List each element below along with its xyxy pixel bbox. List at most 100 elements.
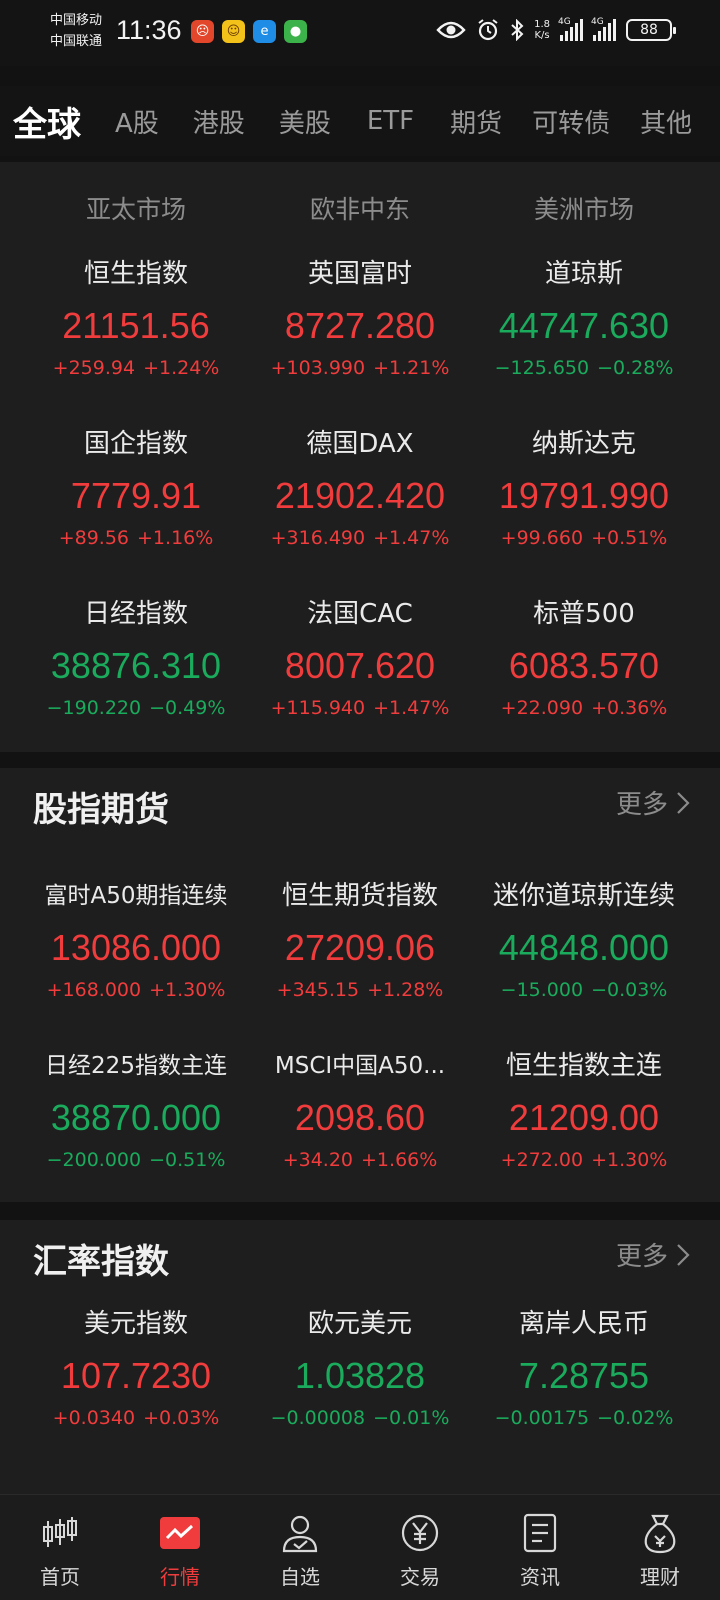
market-chart-icon <box>158 1511 202 1555</box>
change-percent: +1.47% <box>373 697 450 719</box>
battery-icon: 88 <box>626 19 676 41</box>
change-percent: +0.51% <box>591 527 668 549</box>
tab-us-stocks[interactable]: 美股 <box>279 103 331 140</box>
nav-news[interactable]: 资讯 <box>480 1495 600 1600</box>
futures-change: −15.000 −0.03% <box>472 978 696 1002</box>
index-card-sp500[interactable]: 标普500 6083.570 +22.090 +0.36% <box>472 598 696 768</box>
futures-card-a50[interactable]: 富时A50期指连续 13086.000 +168.000 +1.30% <box>24 880 248 1050</box>
change-percent: −0.28% <box>597 357 674 379</box>
index-name: 恒生指数 <box>83 259 188 289</box>
change-percent: +1.47% <box>373 527 450 549</box>
system-icons: 1.8 K/s 4G 4G 88 <box>436 17 676 42</box>
fx-change: −0.00008 −0.01% <box>248 1406 472 1430</box>
tab-etf[interactable]: ETF <box>367 106 414 136</box>
app-notification-icon: ☺ <box>222 20 245 43</box>
futures-price: 13086.000 <box>50 927 222 968</box>
chevron-right-icon <box>677 791 690 814</box>
change-percent: +1.66% <box>361 1149 438 1171</box>
change-value: +34.20 <box>282 1149 354 1171</box>
index-card-ftse[interactable]: 英国富时 8727.280 +103.990 +1.21% <box>248 258 472 428</box>
change-value: +316.490 <box>270 527 366 549</box>
index-card-nasdaq[interactable]: 纳斯达克 19791.990 +99.660 +0.51% <box>472 428 696 598</box>
index-change: +103.990 +1.21% <box>248 356 472 380</box>
futures-price: 2098.60 <box>294 1097 426 1138</box>
index-name: 纳斯达克 <box>531 429 636 459</box>
index-card-cac[interactable]: 法国CAC 8007.620 +115.940 +1.47% <box>248 598 472 768</box>
index-card-hsi[interactable]: 恒生指数 21151.56 +259.94 +1.24% <box>24 258 248 428</box>
index-price: 44747.630 <box>498 305 670 346</box>
tab-other[interactable]: 其他 <box>640 103 692 140</box>
index-change: −125.650 −0.28% <box>472 356 696 380</box>
change-percent: +1.16% <box>137 527 214 549</box>
index-change: −190.220 −0.49% <box>24 696 248 720</box>
index-price: 6083.570 <box>508 645 660 686</box>
sim2-network-type: 4G <box>591 17 604 27</box>
change-value: +0.0340 <box>52 1407 136 1429</box>
nav-market[interactable]: 行情 <box>120 1495 240 1600</box>
more-label: 更多 <box>615 1242 668 1272</box>
network-speed-value: 1.8 <box>534 19 550 30</box>
tab-hk-stocks[interactable]: 港股 <box>193 103 245 140</box>
change-percent: +1.30% <box>149 979 226 1001</box>
change-value: −0.00008 <box>270 1407 366 1429</box>
futures-card-hsi[interactable]: 恒生期货指数 27209.06 +345.15 +1.28% <box>248 880 472 1050</box>
eye-icon <box>436 21 466 39</box>
index-price: 8727.280 <box>284 305 436 346</box>
tab-a-shares[interactable]: A股 <box>115 103 159 140</box>
futures-price: 27209.06 <box>284 927 436 968</box>
index-card-dow[interactable]: 道琼斯 44747.630 −125.650 −0.28% <box>472 258 696 428</box>
nav-wealth[interactable]: 理财 <box>600 1495 720 1600</box>
futures-price: 38870.000 <box>50 1097 222 1138</box>
change-value: −200.000 <box>46 1149 142 1171</box>
fx-price: 1.03828 <box>294 1355 426 1396</box>
fx-change: −0.00175 −0.02% <box>472 1406 696 1430</box>
futures-change: +34.20 +1.66% <box>248 1148 472 1172</box>
futures-name: 迷你道琼斯连续 <box>492 881 675 911</box>
change-percent: −0.49% <box>149 697 226 719</box>
index-price: 21151.56 <box>62 305 210 346</box>
index-change: +259.94 +1.24% <box>24 356 248 380</box>
index-card-nikkei[interactable]: 日经指数 38876.310 −190.220 −0.49% <box>24 598 248 768</box>
nav-home[interactable]: 首页 <box>0 1495 120 1600</box>
futures-card-msci-a50[interactable]: MSCI中国A50... 2098.60 +34.20 +1.66% <box>248 1050 472 1220</box>
fx-card-cnh[interactable]: 离岸人民币 7.28755 −0.00175 −0.02% <box>472 1308 696 1478</box>
futures-card-nikkei225[interactable]: 日经225指数主连 38870.000 −200.000 −0.51% <box>24 1050 248 1220</box>
index-name: 英国富时 <box>307 259 412 289</box>
change-percent: +1.28% <box>367 979 444 1001</box>
change-value: +168.000 <box>46 979 142 1001</box>
fx-card-dxy[interactable]: 美元指数 107.7230 +0.0340 +0.03% <box>24 1308 248 1478</box>
signal-sim1-icon: 4G <box>558 17 583 41</box>
change-value: +259.94 <box>52 357 136 379</box>
region-americas: 美洲市场 <box>533 195 634 224</box>
change-percent: +0.03% <box>143 1407 220 1429</box>
index-futures-panel: 股指期货 更多 富时A50期指连续 13086.000 +168.000 +1.3… <box>0 768 720 1202</box>
futures-change: +272.00 +1.30% <box>472 1148 696 1172</box>
futures-name: 富时A50期指连续 <box>44 883 228 909</box>
change-percent: −0.51% <box>149 1149 226 1171</box>
browser-notification-icon: e <box>253 20 276 43</box>
region-asia-pacific: 亚太市场 <box>85 195 186 224</box>
person-check-icon <box>278 1511 322 1555</box>
futures-change: +168.000 +1.30% <box>24 978 248 1002</box>
fx-more-link[interactable]: 更多 <box>616 1236 690 1273</box>
futures-more-link[interactable]: 更多 <box>616 784 690 821</box>
app-notification-icon: ☹ <box>191 20 214 43</box>
tab-global[interactable]: 全球 <box>13 97 81 146</box>
fx-card-eurusd[interactable]: 欧元美元 1.03828 −0.00008 −0.01% <box>248 1308 472 1478</box>
tab-futures[interactable]: 期货 <box>450 103 502 140</box>
nav-watchlist[interactable]: 自选 <box>240 1495 360 1600</box>
region-headers: 亚太市场 欧非中东 美洲市场 <box>0 190 720 226</box>
change-value: +272.00 <box>500 1149 584 1171</box>
nav-label: 行情 <box>160 1565 200 1589</box>
nav-trade[interactable]: 交易 <box>360 1495 480 1600</box>
futures-card-mini-dow[interactable]: 迷你道琼斯连续 44848.000 −15.000 −0.03% <box>472 880 696 1050</box>
futures-card-hsi-main[interactable]: 恒生指数主连 21209.00 +272.00 +1.30% <box>472 1050 696 1220</box>
tab-convertible-bonds[interactable]: 可转债 <box>532 103 610 140</box>
index-change: +115.940 +1.47% <box>248 696 472 720</box>
global-index-grid: 恒生指数 21151.56 +259.94 +1.24% 英国富时 8727.28… <box>24 258 696 768</box>
index-name: 国企指数 <box>83 429 188 459</box>
index-card-hscei[interactable]: 国企指数 7779.91 +89.56 +1.16% <box>24 428 248 598</box>
index-card-dax[interactable]: 德国DAX 21902.420 +316.490 +1.47% <box>248 428 472 598</box>
change-value: −190.220 <box>46 697 142 719</box>
futures-change: +345.15 +1.28% <box>248 978 472 1002</box>
